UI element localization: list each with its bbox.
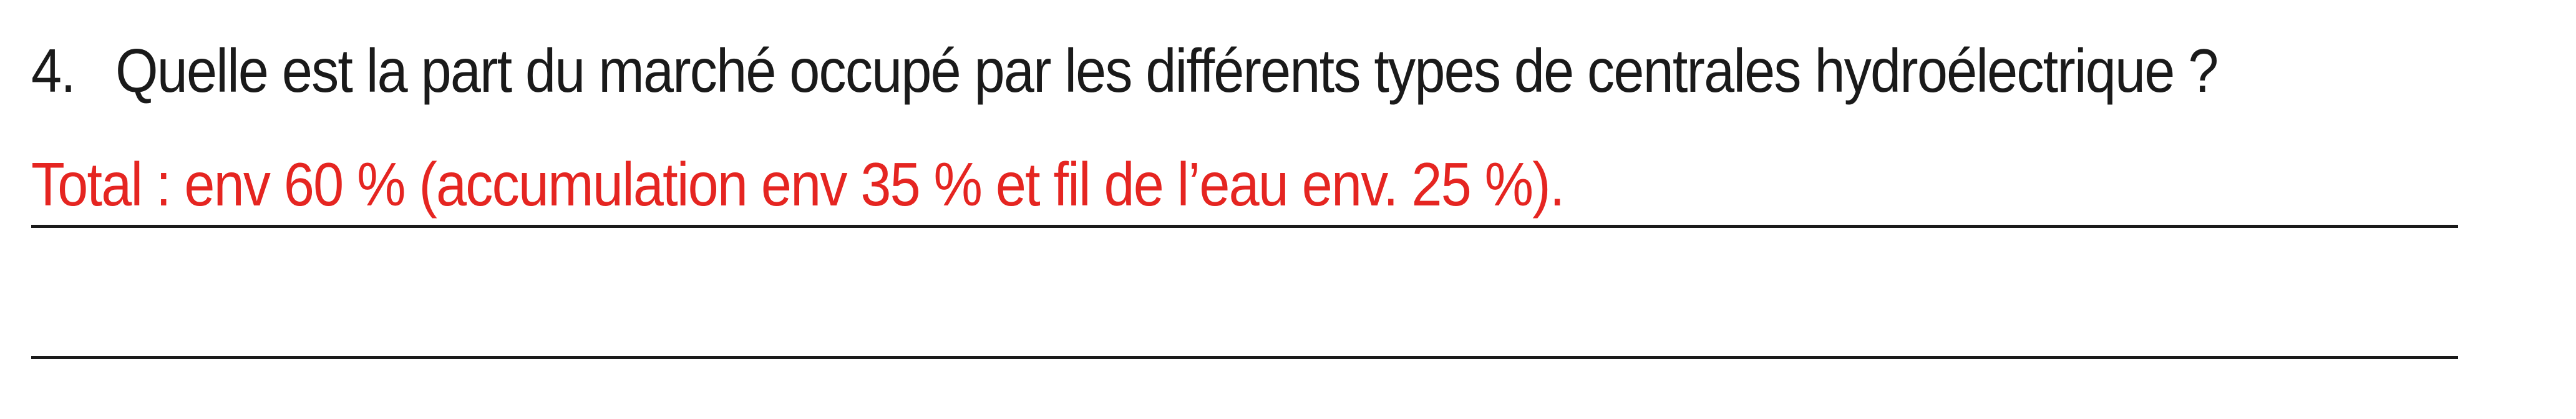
question-number: 4. xyxy=(31,36,76,105)
worksheet-question: 4. Quelle est la part du marché occupé p… xyxy=(31,36,2219,105)
answer-line-1[interactable]: Total : env 60 % (accumulation env 35 % … xyxy=(31,150,2458,228)
answer-line-2[interactable] xyxy=(31,275,2458,359)
question-text: Quelle est la part du marché occupé par … xyxy=(115,36,2219,105)
answer-text: Total : env 60 % (accumulation env 35 % … xyxy=(31,150,1565,219)
